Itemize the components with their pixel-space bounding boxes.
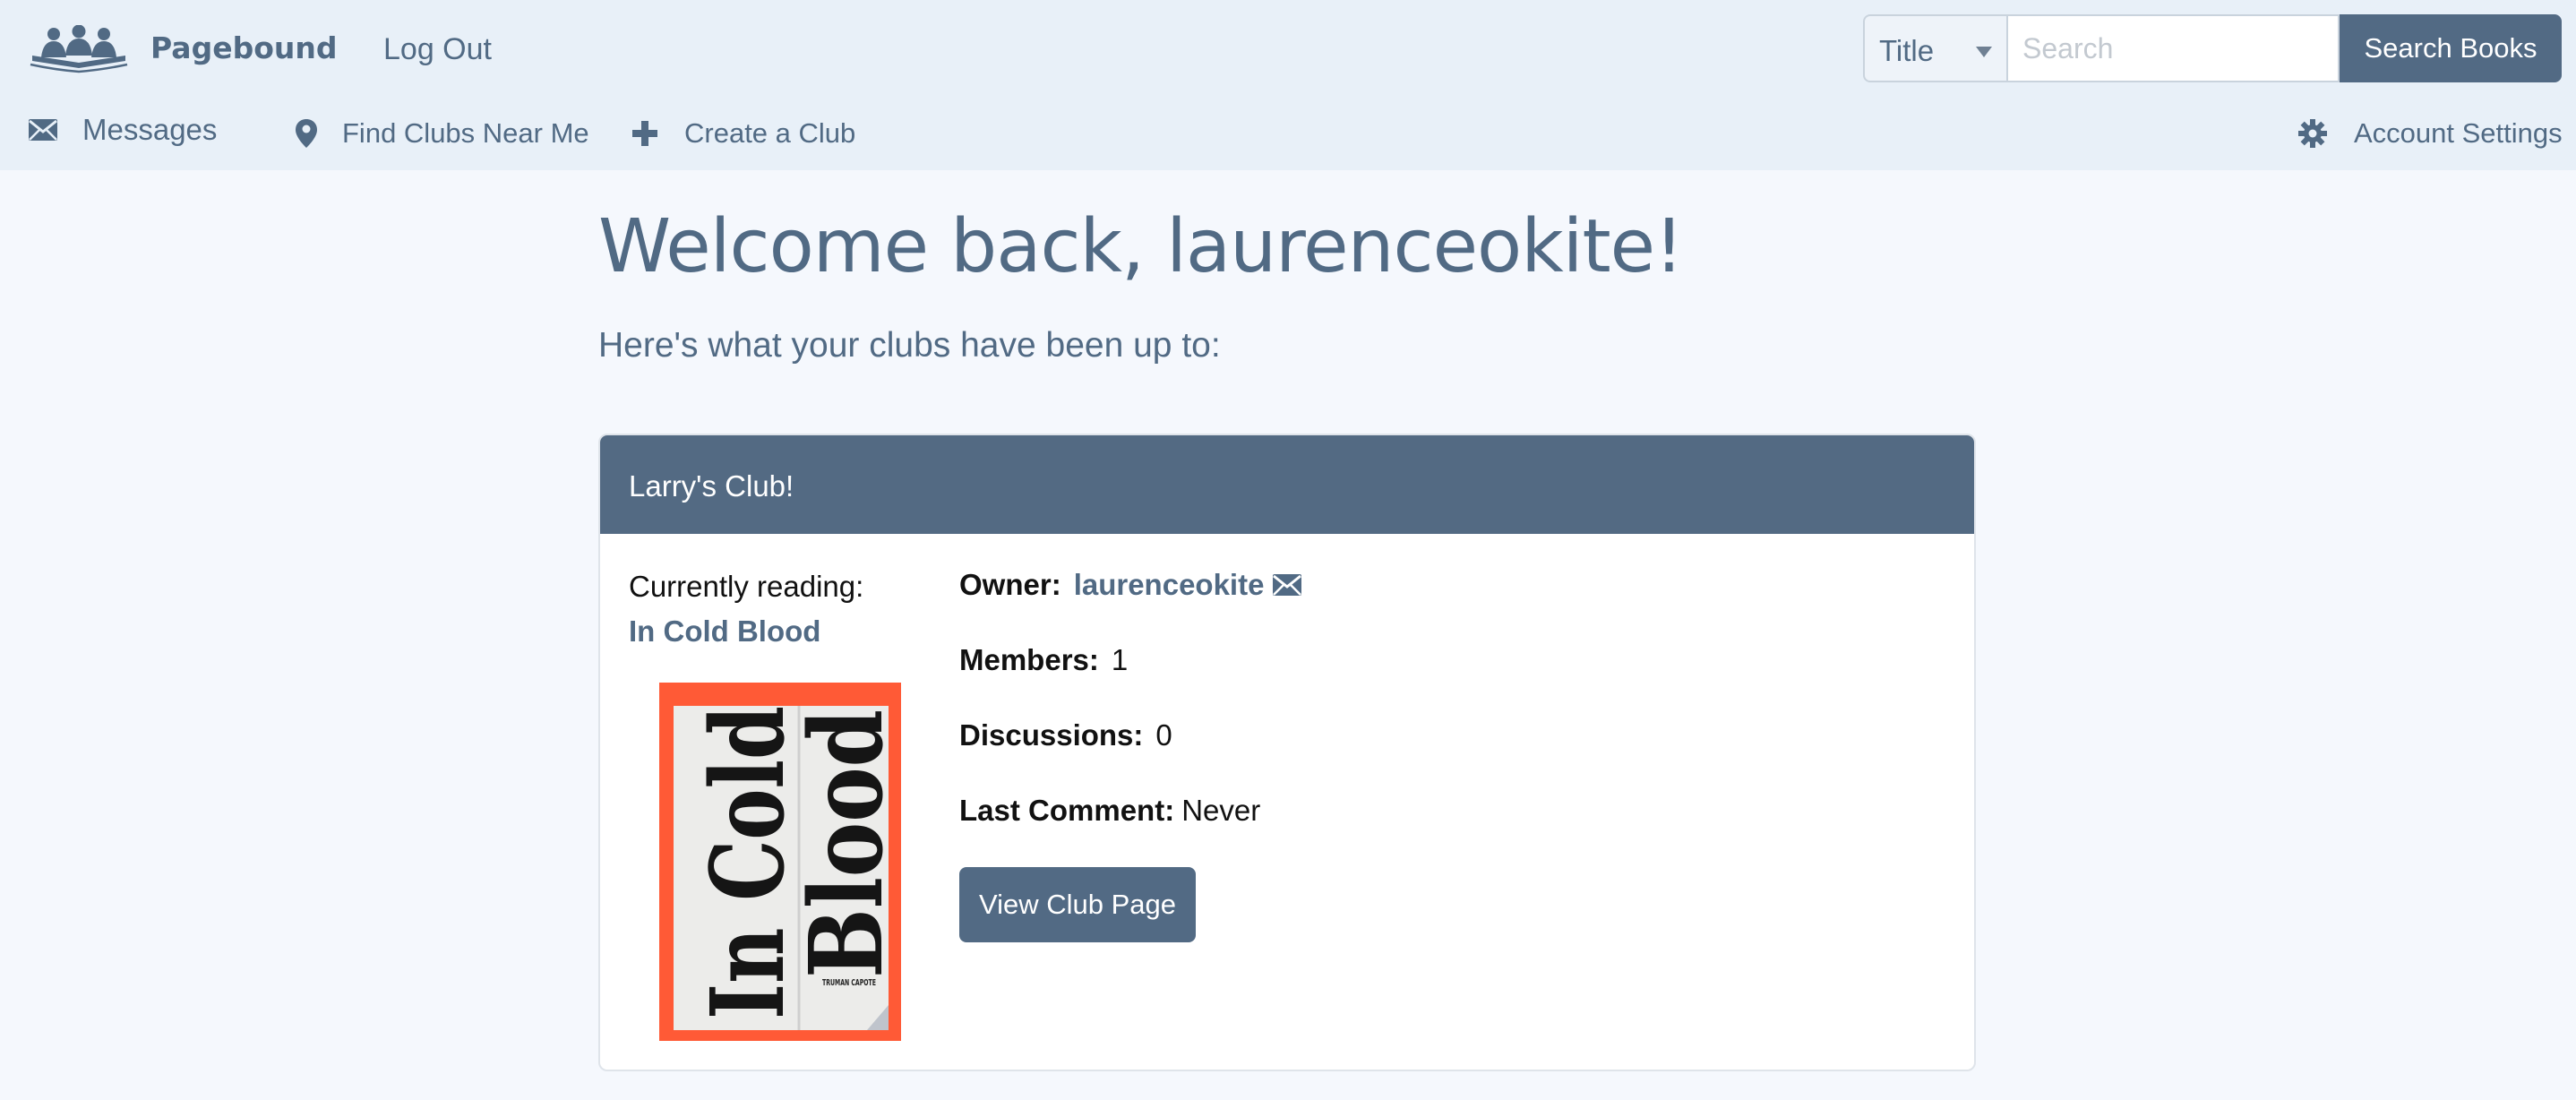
nav-create-club[interactable]: Create a Club xyxy=(632,115,855,152)
discussions-label: Discussions: xyxy=(959,718,1144,752)
nav-account-settings-label: Account Settings xyxy=(2354,117,2563,149)
club-card-header: Larry's Club! xyxy=(600,435,1974,534)
plus-icon xyxy=(632,121,657,146)
owner-link[interactable]: laurenceokite xyxy=(1074,568,1265,602)
currently-reading-label: Currently reading: xyxy=(629,570,864,603)
gear-icon xyxy=(2298,119,2327,148)
nav-messages[interactable]: Messages xyxy=(29,111,217,149)
club-card: Larry's Club! Currently reading: In Cold… xyxy=(598,434,1976,1071)
nav-account-settings[interactable]: Account Settings xyxy=(2298,115,2563,152)
owner-label: Owner: xyxy=(959,568,1061,601)
last-comment-label: Last Comment: xyxy=(959,794,1175,827)
discussions-value: 0 xyxy=(1155,718,1172,752)
book-title-link[interactable]: In Cold Blood xyxy=(629,614,820,649)
club-name: Larry's Club! xyxy=(629,469,794,503)
nav-messages-label: Messages xyxy=(82,113,218,146)
cover-title-line2: Blood xyxy=(788,709,901,978)
members-row: Members: 1 xyxy=(959,643,1128,677)
readers-logo-icon[interactable] xyxy=(29,25,129,73)
owner-row: Owner: laurenceokite xyxy=(959,568,1302,602)
logout-link[interactable]: Log Out xyxy=(383,32,492,67)
discussions-row: Discussions: 0 xyxy=(959,718,1172,752)
nav-create-club-label: Create a Club xyxy=(684,117,856,149)
search-field-select[interactable]: Title xyxy=(1863,14,2008,82)
envelope-icon xyxy=(29,119,57,141)
page-subtitle: Here's what your clubs have been up to: xyxy=(598,326,1221,365)
members-label: Members: xyxy=(959,643,1099,676)
search-books-button[interactable]: Search Books xyxy=(2340,14,2562,82)
nav-find-clubs[interactable]: Find Clubs Near Me xyxy=(296,115,589,152)
search-input[interactable] xyxy=(2008,14,2340,82)
last-comment-value: Never xyxy=(1181,794,1261,827)
page-title: Welcome back, laurenceokite! xyxy=(598,204,1684,289)
last-comment-row: Last Comment: Never xyxy=(959,794,1260,828)
view-club-page-button[interactable]: View Club Page xyxy=(959,867,1196,942)
chevron-down-icon xyxy=(1976,47,1992,57)
members-value: 1 xyxy=(1111,643,1129,676)
envelope-icon[interactable] xyxy=(1273,574,1302,596)
brand-name[interactable]: Pagebound xyxy=(150,30,337,65)
top-navbar: Pagebound Log Out Title Search Books Mes… xyxy=(0,0,2576,170)
map-pin-icon xyxy=(296,119,317,148)
cover-author: TRUMAN CAPOTE xyxy=(822,978,876,988)
search-field-selected: Title xyxy=(1879,34,1935,67)
nav-find-clubs-label: Find Clubs Near Me xyxy=(342,117,589,149)
book-cover-image[interactable]: In Cold Blood TRUMAN CAPOTE xyxy=(659,683,901,1041)
